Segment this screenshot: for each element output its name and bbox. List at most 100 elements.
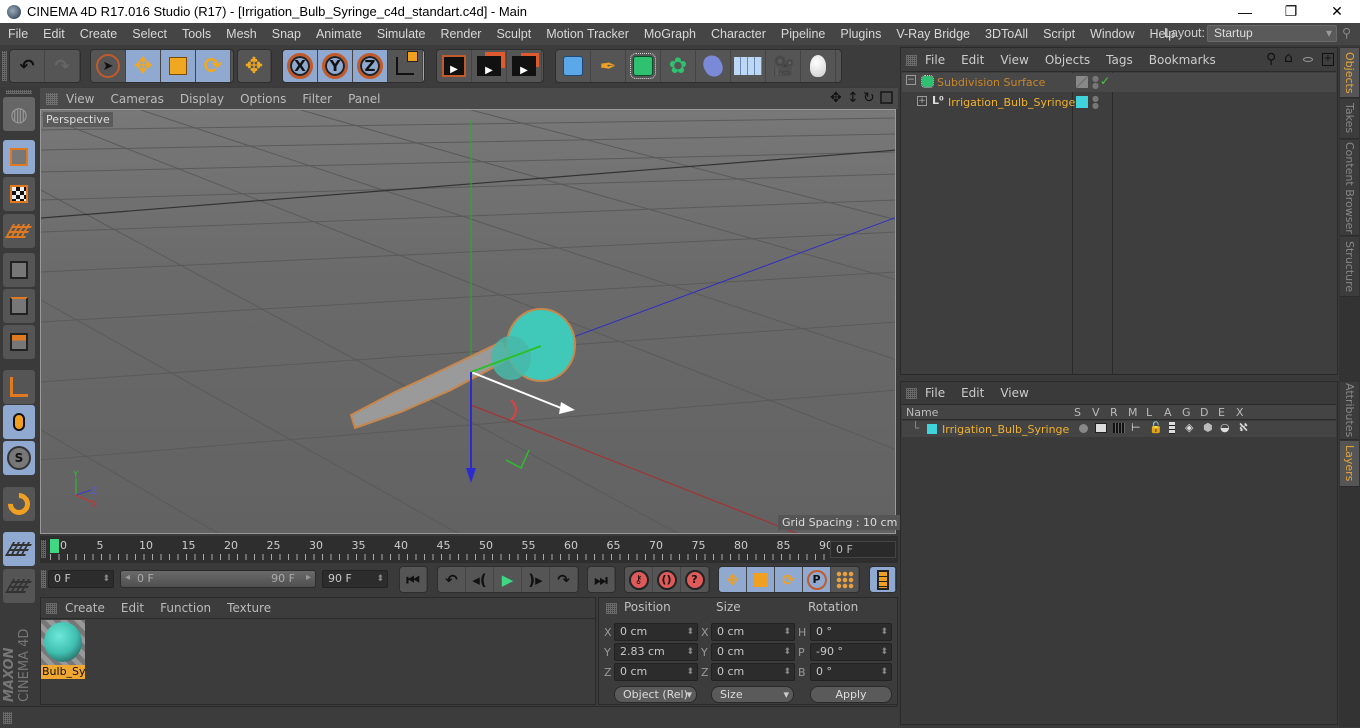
- view-eye-icon[interactable]: [1095, 423, 1107, 433]
- collapse-icon[interactable]: −: [906, 75, 916, 85]
- apply-button[interactable]: Apply: [810, 686, 892, 703]
- workplane-lock-button[interactable]: [3, 532, 35, 566]
- material-grip[interactable]: [46, 602, 57, 614]
- viewport-menu-display[interactable]: Display: [172, 92, 232, 106]
- eye-icon[interactable]: [1303, 57, 1313, 62]
- object-menu-view[interactable]: View: [992, 53, 1036, 67]
- polygons-mode-button[interactable]: [3, 325, 35, 359]
- layer-column-x[interactable]: X: [1236, 406, 1244, 419]
- viewport-menu-options[interactable]: Options: [232, 92, 294, 106]
- move-tool-button[interactable]: ✥: [126, 50, 161, 82]
- deformer-button[interactable]: [696, 50, 731, 82]
- subdivision-surface-button[interactable]: [626, 50, 661, 82]
- menu-motion-tracker[interactable]: Motion Tracker: [538, 27, 636, 41]
- gizmo-plane-handle[interactable]: [505, 449, 530, 470]
- menu-character[interactable]: Character: [703, 27, 773, 41]
- solo-icon[interactable]: [1079, 424, 1088, 433]
- rotation-b-field[interactable]: 0 °: [810, 663, 892, 681]
- tab-content-browser[interactable]: Content Browser: [1340, 140, 1359, 236]
- tab-attributes[interactable]: Attributes: [1340, 382, 1359, 440]
- object-menu-tags[interactable]: Tags: [1098, 53, 1141, 67]
- start-frame-field[interactable]: 0 F: [48, 570, 114, 588]
- end-frame-field[interactable]: 90 F: [322, 570, 388, 588]
- layer-name[interactable]: Irrigation_Bulb_Syringe: [942, 423, 1069, 436]
- redo-button[interactable]: ↷: [45, 50, 80, 82]
- layer-color-swatch[interactable]: [927, 424, 937, 434]
- menu-pipeline[interactable]: Pipeline: [773, 27, 832, 41]
- layout-dropdown[interactable]: Startup: [1207, 25, 1337, 42]
- gizmo-x-arrowhead[interactable]: [559, 402, 575, 414]
- status-grip[interactable]: [3, 712, 12, 724]
- tweak-mode-button[interactable]: [3, 405, 35, 439]
- tab-structure[interactable]: Structure: [1340, 237, 1359, 297]
- object-menu-objects[interactable]: Objects: [1037, 53, 1098, 67]
- rotate-view-icon[interactable]: ↻: [863, 90, 875, 106]
- rotation-h-field[interactable]: 0 °: [810, 623, 892, 641]
- object-row-subdivision-surface[interactable]: − Subdivision Surface ● ● ✓: [902, 73, 1336, 92]
- menu-vray-bridge[interactable]: V-Ray Bridge: [888, 27, 977, 41]
- render-settings-button[interactable]: ▶: [507, 50, 542, 82]
- camera-button[interactable]: 🎥: [766, 50, 801, 82]
- go-to-start-button[interactable]: ⏮: [400, 567, 427, 592]
- gizmo-z-arrowhead[interactable]: [466, 468, 476, 483]
- scale-tool-button[interactable]: [161, 50, 196, 82]
- render-view-button[interactable]: ▶: [437, 50, 472, 82]
- model-mode-button[interactable]: [3, 140, 35, 174]
- enabled-check-icon[interactable]: ✓: [1100, 74, 1110, 88]
- playhead-marker[interactable]: [50, 539, 59, 553]
- material-swatch[interactable]: Bulb_Syi: [41, 620, 85, 680]
- coordinate-system-button[interactable]: [388, 50, 423, 82]
- 3d-viewport[interactable]: Y Z X: [40, 109, 896, 534]
- solo-button[interactable]: S: [3, 441, 35, 475]
- timeline-window-button[interactable]: [870, 567, 896, 592]
- timeline-grip[interactable]: [41, 540, 46, 558]
- menu-tools[interactable]: Tools: [174, 27, 218, 41]
- edges-mode-button[interactable]: [3, 289, 35, 323]
- object-name[interactable]: Irrigation_Bulb_Syringe: [948, 96, 1075, 109]
- record-rotation-button[interactable]: ⟳: [775, 567, 803, 592]
- layer-column-a[interactable]: A: [1164, 406, 1172, 419]
- close-button[interactable]: ✕: [1314, 0, 1360, 23]
- minimize-button[interactable]: —: [1222, 0, 1268, 23]
- floor-button[interactable]: [731, 50, 766, 82]
- texture-mode-button[interactable]: [3, 177, 35, 211]
- render-picture-viewer-button[interactable]: ▶: [472, 50, 507, 82]
- material-name[interactable]: Bulb_Syi: [41, 665, 85, 679]
- record-parameter-button[interactable]: P: [803, 567, 831, 592]
- menu-plugins[interactable]: Plugins: [832, 27, 888, 41]
- material-menu-create[interactable]: Create: [57, 601, 113, 615]
- previous-frame-button[interactable]: ◂(: [466, 567, 494, 592]
- layer-column-m[interactable]: M: [1128, 406, 1138, 419]
- layer-menu-edit[interactable]: Edit: [953, 386, 992, 400]
- x-axis-lock-button[interactable]: X: [283, 50, 318, 82]
- light-button[interactable]: [801, 50, 836, 82]
- generators-icon[interactable]: ◈: [1185, 421, 1193, 434]
- points-mode-button[interactable]: [3, 253, 35, 287]
- tab-takes[interactable]: Takes: [1340, 99, 1359, 139]
- object-menu-file[interactable]: File: [917, 53, 953, 67]
- render-clapper-icon[interactable]: [1113, 423, 1125, 433]
- next-frame-button[interactable]: )▸: [522, 567, 550, 592]
- range-left-arrow-icon[interactable]: ◂: [125, 572, 130, 583]
- tab-layers[interactable]: Layers: [1340, 441, 1359, 487]
- home-icon[interactable]: ⌂: [1284, 50, 1293, 66]
- dolly-view-icon[interactable]: ↕: [847, 90, 859, 106]
- object-menu-edit[interactable]: Edit: [953, 53, 992, 67]
- menu-select[interactable]: Select: [124, 27, 174, 41]
- keyframe-selection-button[interactable]: ?: [681, 567, 709, 592]
- material-menu-function[interactable]: Function: [152, 601, 219, 615]
- menu-file[interactable]: File: [0, 27, 35, 41]
- menu-render[interactable]: Render: [432, 27, 488, 41]
- snap-button[interactable]: [3, 487, 35, 521]
- size-z-field[interactable]: 0 cm: [711, 663, 795, 681]
- menu-animate[interactable]: Animate: [308, 27, 369, 41]
- record-point-level-button[interactable]: [831, 567, 859, 592]
- autokeying-button[interactable]: (): [653, 567, 681, 592]
- menu-window[interactable]: Window: [1082, 27, 1141, 41]
- workplane-mode-button[interactable]: [3, 214, 35, 248]
- material-menu-texture[interactable]: Texture: [219, 601, 279, 615]
- animation-icon[interactable]: [1169, 422, 1175, 434]
- gizmo-rotation-arc[interactable]: [510, 399, 517, 421]
- viewport-menu-cameras[interactable]: Cameras: [102, 92, 171, 106]
- layer-grip[interactable]: [906, 387, 917, 399]
